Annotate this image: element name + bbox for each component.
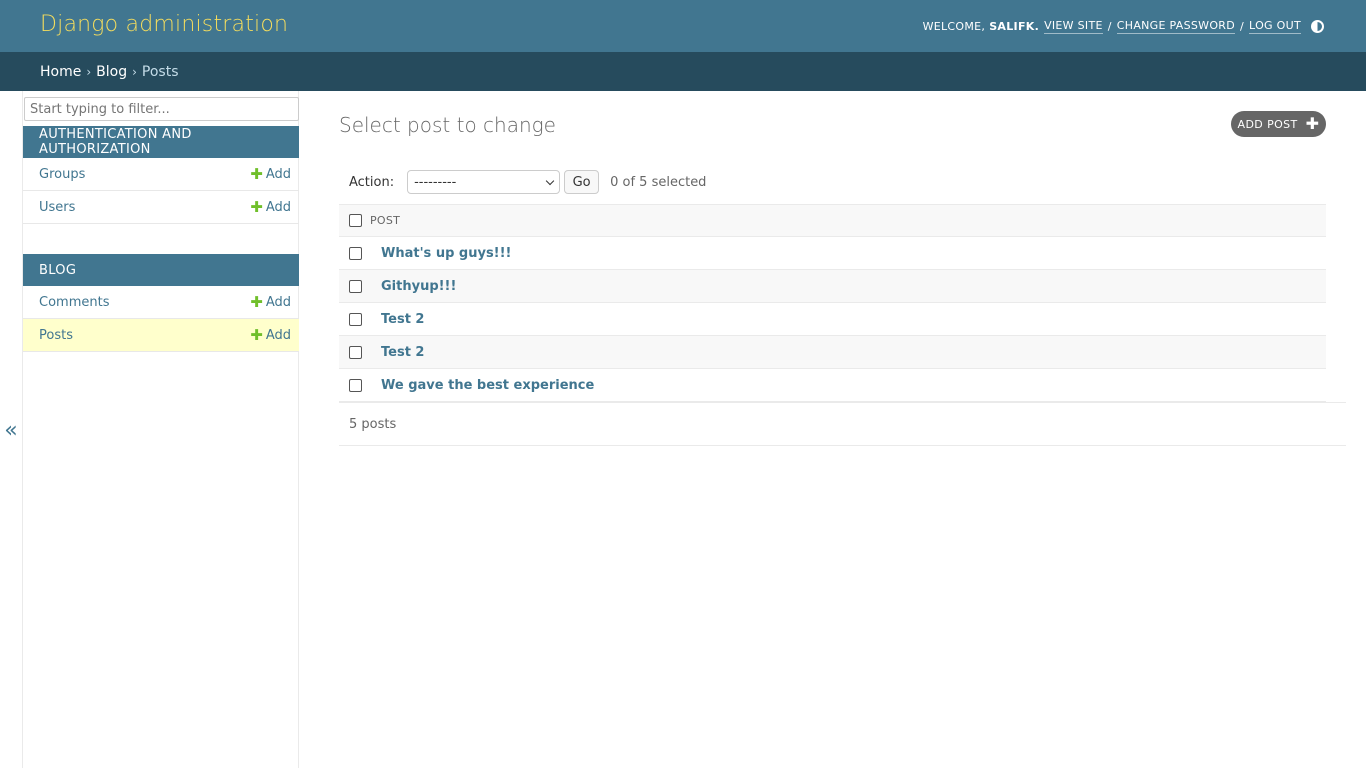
add-users-link[interactable]: ✚ Add [250, 197, 291, 216]
module-blog: BLOG Comments ✚ Add Posts ✚ Add [23, 254, 299, 352]
action-select[interactable]: --------- [407, 170, 561, 194]
sidebar-collapse-button[interactable]: « [0, 416, 22, 446]
sidebar-item-posts-link[interactable]: Posts [39, 328, 73, 343]
breadcrumb-current: Posts [141, 63, 179, 80]
row-checkbox[interactable] [349, 246, 362, 260]
sidebar-filter-input[interactable] [24, 97, 299, 121]
welcome-text: WELCOME, [922, 19, 986, 33]
table-row: What's up guys!!! [339, 237, 1326, 270]
post-link[interactable]: What's up guys!!! [381, 246, 511, 261]
table-row: Githyup!!! [339, 270, 1326, 303]
paginator: 5 posts [339, 402, 1346, 446]
breadcrumb-blog[interactable]: Blog [96, 64, 127, 80]
sidebar-item-groups-link[interactable]: Groups [39, 167, 85, 182]
sidebar-item-comments-link[interactable]: Comments [39, 295, 109, 310]
plus-icon: ✚ [250, 325, 263, 344]
add-label: Add [265, 199, 291, 215]
table-row: Test 2 [339, 336, 1326, 369]
breadcrumb-separator: › [132, 64, 137, 79]
go-button[interactable]: Go [564, 170, 600, 194]
sidebar-item-posts: Posts ✚ Add [23, 319, 299, 352]
username: SALIFK. [989, 19, 1040, 33]
sidebar-item-groups: Groups ✚ Add [23, 158, 299, 191]
page-title: Select post to change [339, 113, 556, 137]
breadcrumb-home[interactable]: Home [40, 64, 81, 80]
row-checkbox[interactable] [349, 378, 362, 392]
result-list: POST What's up guys!!! Githyup!!! Test 2… [339, 204, 1326, 402]
view-site-link[interactable]: VIEW SITE [1044, 19, 1103, 34]
nav-sidebar: AUTHENTICATION AND AUTHORIZATION Groups … [22, 91, 299, 768]
sidebar-item-users: Users ✚ Add [23, 191, 299, 224]
table-row: Test 2 [339, 303, 1326, 336]
plus-icon: ✚ [250, 292, 263, 311]
plus-icon: ✚ [250, 197, 263, 216]
site-name-link[interactable]: Django administration [40, 12, 288, 37]
row-checkbox[interactable] [349, 345, 362, 359]
table-row: We gave the best experience [339, 369, 1326, 402]
chevron-down-icon [545, 176, 555, 185]
post-link[interactable]: We gave the best experience [381, 378, 594, 393]
plus-icon: ✚ [250, 164, 263, 183]
add-label: Add [265, 327, 291, 343]
sidebar-item-users-link[interactable]: Users [39, 200, 75, 215]
add-post-button[interactable]: ADD POST ✚ [1231, 111, 1326, 137]
tools-separator: / [1107, 19, 1112, 33]
row-checkbox[interactable] [349, 279, 362, 293]
module-auth: AUTHENTICATION AND AUTHORIZATION Groups … [23, 126, 299, 224]
sidebar-item-comments: Comments ✚ Add [23, 286, 299, 319]
add-groups-link[interactable]: ✚ Add [250, 164, 291, 183]
site-header: Django administration WELCOME, SALIFK. V… [0, 0, 1366, 52]
add-post-label: ADD POST [1237, 117, 1298, 131]
post-link[interactable]: Test 2 [381, 345, 424, 360]
change-password-link[interactable]: CHANGE PASSWORD [1116, 19, 1236, 34]
add-label: Add [265, 166, 291, 182]
table-header: POST [339, 204, 1326, 237]
action-label: Action: [349, 174, 395, 190]
column-header-post[interactable]: POST [370, 214, 400, 227]
theme-toggle-icon[interactable] [1311, 19, 1324, 33]
actions-bar: Action: --------- Go 0 of 5 selected [339, 166, 1326, 198]
selection-counter: 0 of 5 selected [610, 174, 707, 190]
user-tools: WELCOME, SALIFK. VIEW SITE / CHANGE PASS… [923, 0, 1366, 52]
plus-icon: ✚ [1305, 114, 1320, 133]
add-posts-link[interactable]: ✚ Add [250, 325, 291, 344]
module-caption-auth[interactable]: AUTHENTICATION AND AUTHORIZATION [23, 126, 299, 158]
add-comments-link[interactable]: ✚ Add [250, 292, 291, 311]
log-out-link[interactable]: LOG OUT [1249, 19, 1301, 34]
module-caption-blog[interactable]: BLOG [23, 254, 299, 286]
post-link[interactable]: Githyup!!! [381, 279, 456, 294]
post-link[interactable]: Test 2 [381, 312, 424, 327]
breadcrumb: Home › Blog › Posts [0, 52, 1366, 91]
tools-separator: / [1240, 19, 1245, 33]
add-label: Add [265, 294, 291, 310]
select-all-checkbox[interactable] [349, 214, 362, 227]
row-checkbox[interactable] [349, 312, 362, 326]
action-select-value: --------- [414, 174, 457, 190]
breadcrumb-separator: › [86, 64, 92, 79]
